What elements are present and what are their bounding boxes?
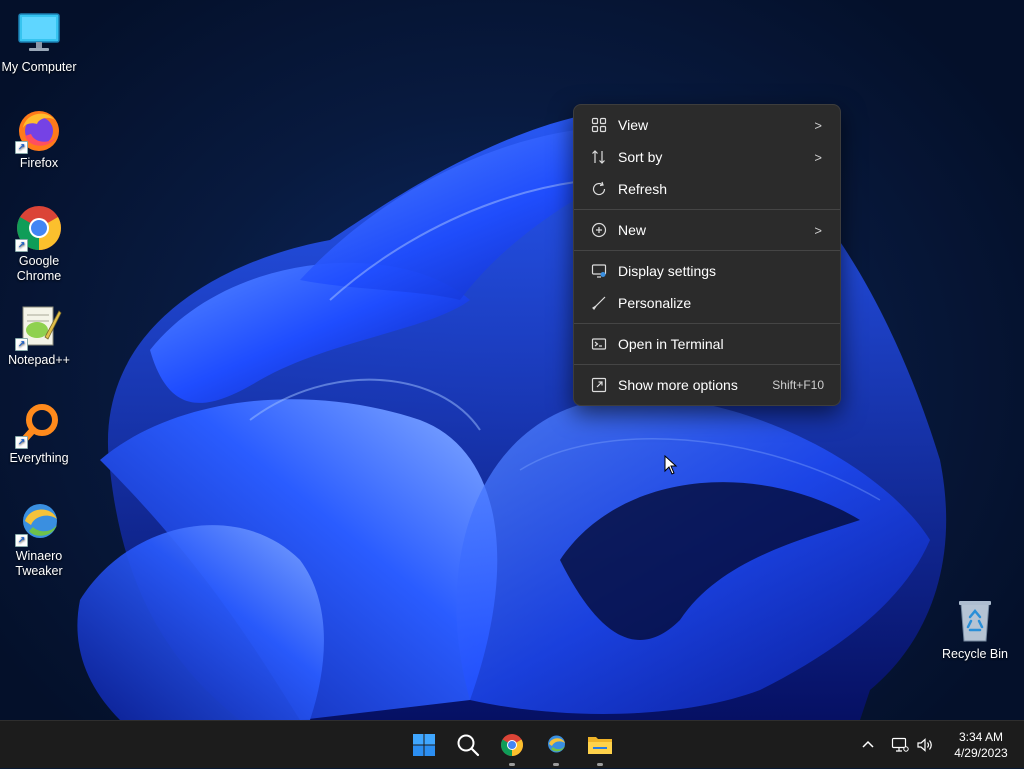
wallpaper-bloom [77,107,947,720]
display-icon [590,262,608,280]
menu-item-personalize[interactable]: Personalize [578,289,836,317]
desktop-icon-label: Winaero Tweaker [15,549,63,578]
network-icon [891,737,909,752]
menu-item-label: Refresh [618,181,668,197]
menu-item-label: Display settings [618,263,717,279]
chevron-right-icon: > [814,149,822,165]
taskbar-app-chrome[interactable] [496,729,528,766]
desktop[interactable]: My Computer ↗ Firefox ↗ Google Chrome ↗ … [0,0,1024,720]
menu-separator [574,323,840,324]
brush-icon [590,294,608,312]
taskbar: 3:34 AM 4/29/2023 [0,720,1024,768]
taskbar-app-file-explorer[interactable] [584,729,616,766]
clock-time: 3:34 AM [958,730,1004,744]
menu-item-label: Open in Terminal [618,336,724,352]
desktop-icon-label: Google Chrome [16,254,62,283]
running-indicator [597,763,603,766]
taskbar-clock[interactable]: 3:34 AM 4/29/2023 [948,729,1014,761]
shortcut-arrow-icon: ↗ [15,436,28,449]
taskbar-search-button[interactable] [452,729,484,761]
running-indicator [509,763,515,766]
menu-item-show-more-options[interactable]: Show more options Shift+F10 [578,371,836,399]
recycle-bin-icon [951,597,999,645]
menu-item-open-in-terminal[interactable]: Open in Terminal [578,330,836,358]
shortcut-arrow-icon: ↗ [15,239,28,252]
chevron-up-icon [862,740,874,748]
grid-icon [590,116,608,134]
desktop-icon-label: My Computer [1,60,77,74]
terminal-icon [590,335,608,353]
desktop-icon-winaero-tweaker[interactable]: ↗ Winaero Tweaker [0,499,78,579]
menu-separator [574,364,840,365]
chevron-right-icon: > [814,117,822,133]
desktop-icon-label: Recycle Bin [942,647,1008,661]
menu-item-new[interactable]: New > [578,216,836,244]
menu-item-label: Sort by [618,149,663,165]
notepad-icon: ↗ [15,303,63,351]
shortcut-arrow-icon: ↗ [15,534,28,547]
desktop-icon-notepadpp[interactable]: ↗ Notepad++ [0,303,78,368]
refresh-icon [590,180,608,198]
desktop-context-menu: View > Sort by > Refresh New > Display s… [573,104,841,406]
more-options-icon [590,376,608,394]
search-magnifier-icon: ↗ [15,401,63,449]
keyboard-shortcut: Shift+F10 [772,378,824,392]
desktop-icon-label: Firefox [19,156,59,170]
desktop-icon-chrome[interactable]: ↗ Google Chrome [0,204,78,284]
start-button[interactable] [408,729,440,761]
menu-item-label: Personalize [618,295,692,311]
taskbar-app-winaero[interactable] [540,729,572,766]
start-icon [413,734,435,756]
menu-item-refresh[interactable]: Refresh [578,175,836,203]
chevron-right-icon: > [814,222,822,238]
desktop-icon-my-computer[interactable]: My Computer [0,10,78,75]
desktop-icon-label: Notepad++ [8,353,70,367]
chrome-icon: ↗ [15,204,63,252]
desktop-icon-label: Everything [9,451,69,465]
desktop-icon-recycle-bin[interactable]: Recycle Bin [936,597,1014,662]
desktop-icon-firefox[interactable]: ↗ Firefox [0,106,78,171]
menu-item-label: View [618,117,649,133]
menu-item-view[interactable]: View > [578,111,836,139]
tray-overflow-button[interactable] [860,721,876,769]
desktop-icon-everything[interactable]: ↗ Everything [0,401,78,466]
mouse-cursor-icon [664,455,678,475]
winaero-icon: ↗ [15,499,63,547]
menu-item-sort-by[interactable]: Sort by > [578,143,836,171]
search-icon [457,734,480,757]
file-explorer-icon [588,737,612,754]
sort-icon [590,148,608,166]
shortcut-arrow-icon: ↗ [15,141,28,154]
menu-separator [574,209,840,210]
menu-item-display-settings[interactable]: Display settings [578,257,836,285]
volume-icon [917,738,932,752]
clock-date: 4/29/2023 [954,746,1008,760]
menu-item-label: New [618,222,647,238]
menu-separator [574,250,840,251]
tray-volume-button[interactable] [916,721,934,769]
plus-circle-icon [590,221,608,239]
menu-item-label: Show more options [618,377,738,393]
firefox-icon: ↗ [15,106,63,154]
tray-network-button[interactable] [891,721,909,769]
chrome-icon [501,734,523,756]
shortcut-arrow-icon: ↗ [15,338,28,351]
running-indicator [553,763,559,766]
winaero-icon [548,735,565,753]
monitor-icon [15,10,63,58]
